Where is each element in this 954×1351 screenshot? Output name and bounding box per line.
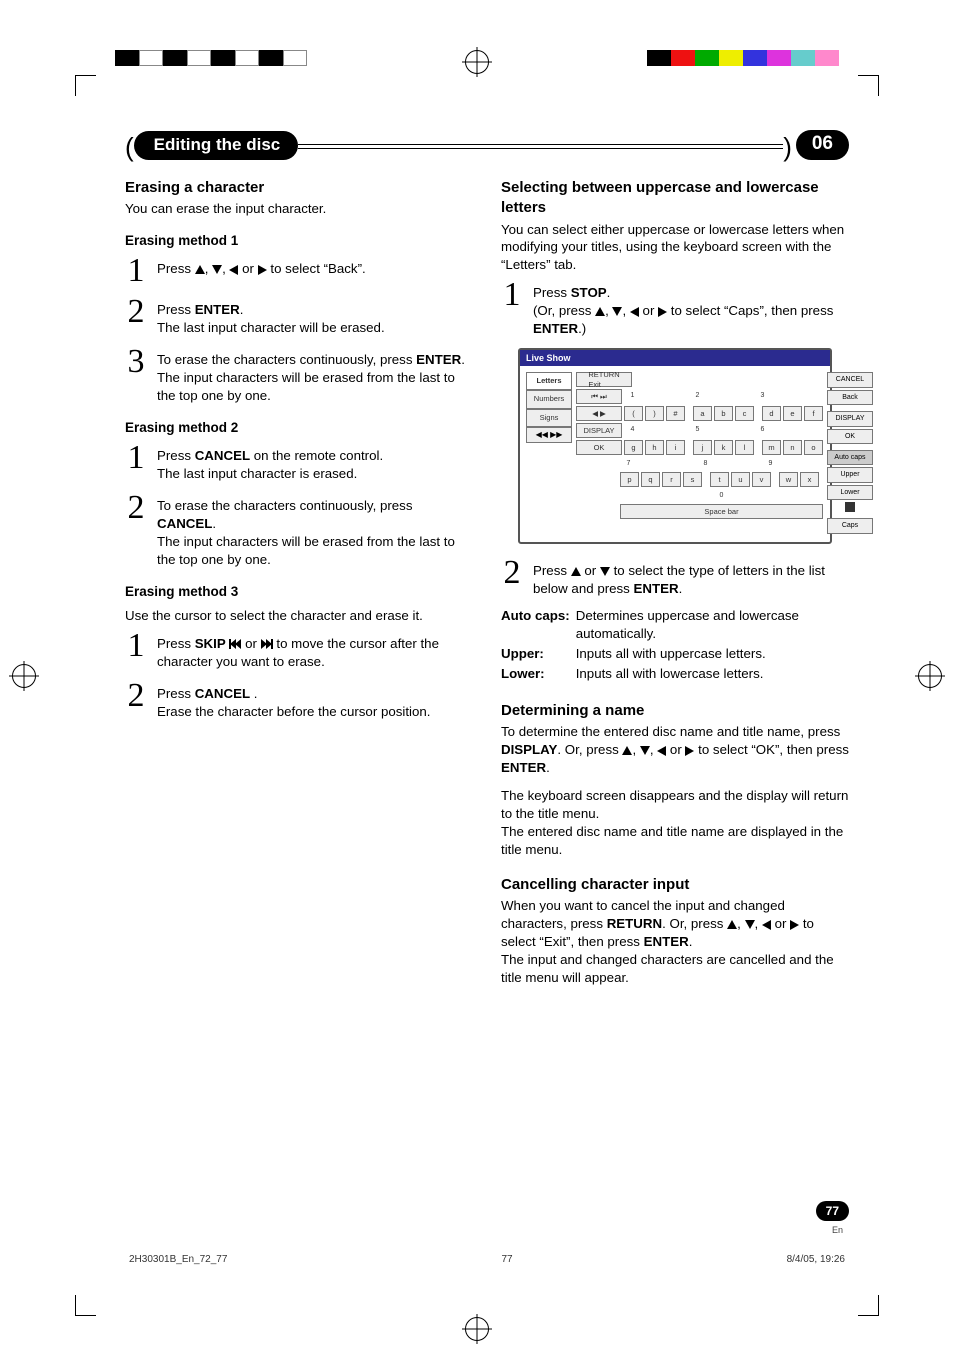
step-text: To erase the characters continuously, pr… xyxy=(157,347,473,405)
up-icon xyxy=(595,307,605,316)
crop-mark xyxy=(75,1295,96,1316)
keyboard-cancel: CANCEL xyxy=(827,372,873,387)
keyboard-back: Back xyxy=(827,390,873,405)
step-text: Press ENTER. The last input character wi… xyxy=(157,297,385,337)
crop-mark xyxy=(75,75,96,96)
crop-mark xyxy=(858,75,879,96)
keyboard-tab-letters: Letters xyxy=(526,372,572,390)
down-icon xyxy=(600,567,610,576)
skip-prev-icon xyxy=(229,639,241,649)
left-icon xyxy=(630,307,639,317)
left-icon xyxy=(657,746,666,756)
keyboard-screen-figure: Live Show Letters Numbers Signs ◀◀ ▶▶ RE… xyxy=(518,348,832,543)
text: You can erase the input character. xyxy=(125,200,473,218)
step-number-1: 1 xyxy=(125,631,147,671)
left-column: Erasing a character You can erase the in… xyxy=(125,174,473,987)
text: To determine the entered disc name and t… xyxy=(501,723,849,777)
keyboard-ok: OK xyxy=(827,429,873,444)
step-text: Press CANCEL . Erase the character befor… xyxy=(157,681,430,721)
registration-mark-left xyxy=(12,664,36,688)
step-number-2: 2 xyxy=(125,681,147,721)
text: Use the cursor to select the character a… xyxy=(125,607,473,625)
keyboard-key: ◀ ▶ xyxy=(576,406,622,421)
keyboard-nav: ◀◀ ▶▶ xyxy=(526,427,572,444)
crop-mark xyxy=(858,1295,879,1316)
keyboard-spacebar: Space bar xyxy=(620,504,823,519)
keyboard-tab-numbers: Numbers xyxy=(526,390,572,408)
keyboard-tab-signs: Signs xyxy=(526,409,572,427)
keyboard-key: RETURNExit xyxy=(576,372,632,387)
down-icon xyxy=(640,746,650,755)
down-icon xyxy=(212,265,222,274)
text: You can select either uppercase or lower… xyxy=(501,221,849,275)
heading-cancelling-input: Cancelling character input xyxy=(501,875,849,895)
heading-selecting-case: Selecting between uppercase and lowercas… xyxy=(501,178,849,219)
right-icon xyxy=(658,307,667,317)
step-text: To erase the characters continuously, pr… xyxy=(157,493,473,569)
skip-next-icon xyxy=(261,639,273,649)
step-number-1: 1 xyxy=(501,280,523,338)
left-icon xyxy=(229,265,238,275)
color-bar-left xyxy=(115,50,307,66)
keyboard-key: DISPLAY xyxy=(576,423,622,438)
text: The entered disc name and title name are… xyxy=(501,823,849,859)
text: When you want to cancel the input and ch… xyxy=(501,897,849,951)
heading-method-2: Erasing method 2 xyxy=(125,419,473,437)
keyboard-lower: Lower xyxy=(827,485,873,500)
heading-erasing-character: Erasing a character xyxy=(125,178,473,198)
keyboard-autocaps: Auto caps xyxy=(827,450,873,465)
registration-mark-right xyxy=(918,664,942,688)
registration-mark-top xyxy=(465,50,489,74)
up-icon xyxy=(727,920,737,929)
footer-timestamp: 8/4/05, 19:26 xyxy=(787,1254,845,1265)
keyboard-display: DISPLAY xyxy=(827,411,873,426)
heading-determining-name: Determining a name xyxy=(501,701,849,721)
left-icon xyxy=(762,920,771,930)
footer-meta: 2H30301B_En_72_77 77 8/4/05, 19:26 xyxy=(125,1254,849,1265)
stop-icon xyxy=(845,502,855,512)
step-number-1: 1 xyxy=(125,443,147,483)
keyboard-caps: Caps xyxy=(827,518,873,533)
text: The input and changed characters are can… xyxy=(501,951,849,987)
up-icon xyxy=(195,265,205,274)
chapter-number: 06 xyxy=(796,130,849,160)
keyboard-key: ⏮ ⏭ xyxy=(576,389,622,404)
step-number-2: 2 xyxy=(125,297,147,337)
page-language: En xyxy=(832,1225,843,1235)
down-icon xyxy=(745,920,755,929)
page-number-badge: 77 xyxy=(816,1201,849,1221)
keyboard-upper: Upper xyxy=(827,467,873,482)
section-header: ( Editing the disc ) 06 xyxy=(125,130,849,160)
right-icon xyxy=(790,920,799,930)
keyboard-title: Live Show xyxy=(520,350,830,366)
step-number-3: 3 xyxy=(125,347,147,405)
step-text: Press CANCEL on the remote control. The … xyxy=(157,443,383,483)
text: The keyboard screen disappears and the d… xyxy=(501,787,849,823)
up-icon xyxy=(571,567,581,576)
definitions-table: Auto caps:Determines uppercase and lower… xyxy=(501,607,849,685)
heading-method-3: Erasing method 3 xyxy=(125,583,473,601)
down-icon xyxy=(612,307,622,316)
section-title: Editing the disc xyxy=(134,131,299,160)
heading-method-1: Erasing method 1 xyxy=(125,232,473,250)
footer-page: 77 xyxy=(501,1254,512,1265)
footer-filename: 2H30301B_En_72_77 xyxy=(129,1254,227,1265)
step-text: Press or to select the type of letters i… xyxy=(533,558,849,598)
step-text: Press STOP. (Or, press , , or to select … xyxy=(533,280,849,338)
step-number-2: 2 xyxy=(501,558,523,598)
right-column: Selecting between uppercase and lowercas… xyxy=(501,174,849,987)
color-bar-right xyxy=(647,50,839,66)
registration-mark-bottom xyxy=(465,1317,489,1341)
step-number-2: 2 xyxy=(125,493,147,569)
step-number-1: 1 xyxy=(125,256,147,287)
right-icon xyxy=(258,265,267,275)
step-text: Press SKIP or to move the cursor after t… xyxy=(157,631,473,671)
keyboard-key: OK xyxy=(576,440,622,455)
up-icon xyxy=(622,746,632,755)
step-text: Press , , or to select “Back”. xyxy=(157,256,366,287)
